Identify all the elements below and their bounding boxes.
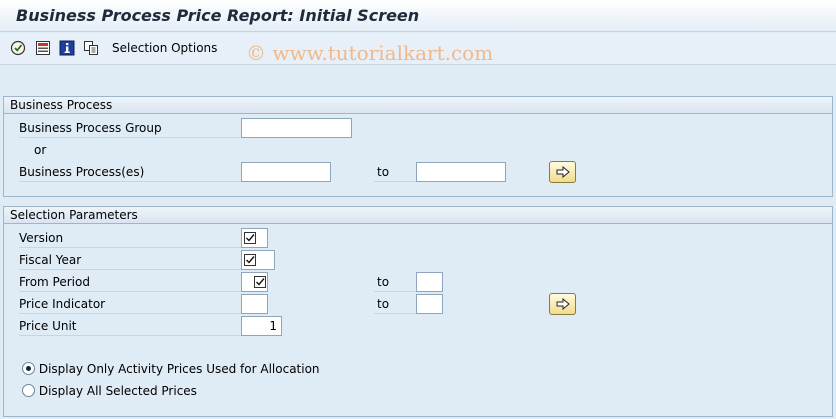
business-process-header: Business Process — [4, 97, 832, 114]
from-period-label: From Period — [19, 272, 243, 292]
save-variant-icon[interactable] — [35, 40, 51, 56]
selection-options-button[interactable]: Selection Options — [112, 41, 217, 55]
radio-unselected-icon — [22, 384, 35, 397]
multiple-selection-button[interactable] — [549, 161, 576, 183]
fiscal-year-field[interactable] — [241, 250, 275, 270]
price-indicator-label: Price Indicator — [19, 294, 243, 314]
page-title: Business Process Price Report: Initial S… — [16, 6, 420, 25]
price-unit-field[interactable]: 1 — [241, 316, 282, 336]
business-process-from-field[interactable] — [241, 162, 331, 182]
business-process-to-field[interactable] — [416, 162, 506, 182]
selection-parameters-header: Selection Parameters — [4, 207, 832, 224]
copy-icon[interactable] — [83, 40, 99, 56]
version-field[interactable] — [241, 228, 268, 248]
radio-selected-icon — [22, 362, 35, 375]
multiple-selection-button-2[interactable] — [549, 293, 576, 315]
price-indicator-to-field[interactable] — [416, 294, 443, 314]
from-period-to-field[interactable] — [416, 272, 443, 292]
business-process-to-label: to — [374, 162, 416, 182]
checkbox-checked-icon — [254, 276, 266, 288]
from-period-field[interactable] — [241, 272, 268, 292]
price-unit-label: Price Unit — [19, 316, 243, 336]
or-label: or — [34, 143, 47, 157]
selection-parameters-group: Selection Parameters Version Fiscal Year… — [3, 206, 833, 417]
title-bar: Business Process Price Report: Initial S… — [0, 0, 836, 32]
arrow-right-icon — [556, 166, 570, 178]
arrow-right-icon — [556, 298, 570, 310]
information-icon[interactable] — [59, 40, 75, 56]
checkbox-checked-icon — [244, 254, 256, 266]
radio-all-prices[interactable]: Display All Selected Prices — [22, 384, 197, 402]
fiscal-year-label: Fiscal Year — [19, 250, 243, 270]
business-process-group-label: Business Process Group — [19, 118, 243, 138]
business-process-group: Business Process Business Process Group … — [3, 96, 833, 197]
radio-activity-prices-label: Display Only Activity Prices Used for Al… — [38, 362, 320, 376]
watermark: © www.tutorialkart.com — [246, 41, 494, 65]
price-indicator-field[interactable] — [241, 294, 268, 314]
radio-all-prices-label: Display All Selected Prices — [38, 384, 197, 398]
business-processes-label: Business Process(es) — [19, 162, 243, 182]
checkbox-checked-icon — [244, 232, 256, 244]
business-process-group-field[interactable] — [241, 118, 352, 138]
version-label: Version — [19, 228, 243, 248]
radio-activity-prices[interactable]: Display Only Activity Prices Used for Al… — [22, 362, 320, 380]
execute-icon[interactable] — [10, 40, 26, 56]
price-indicator-to-label: to — [374, 294, 416, 314]
from-period-to-label: to — [374, 272, 416, 292]
